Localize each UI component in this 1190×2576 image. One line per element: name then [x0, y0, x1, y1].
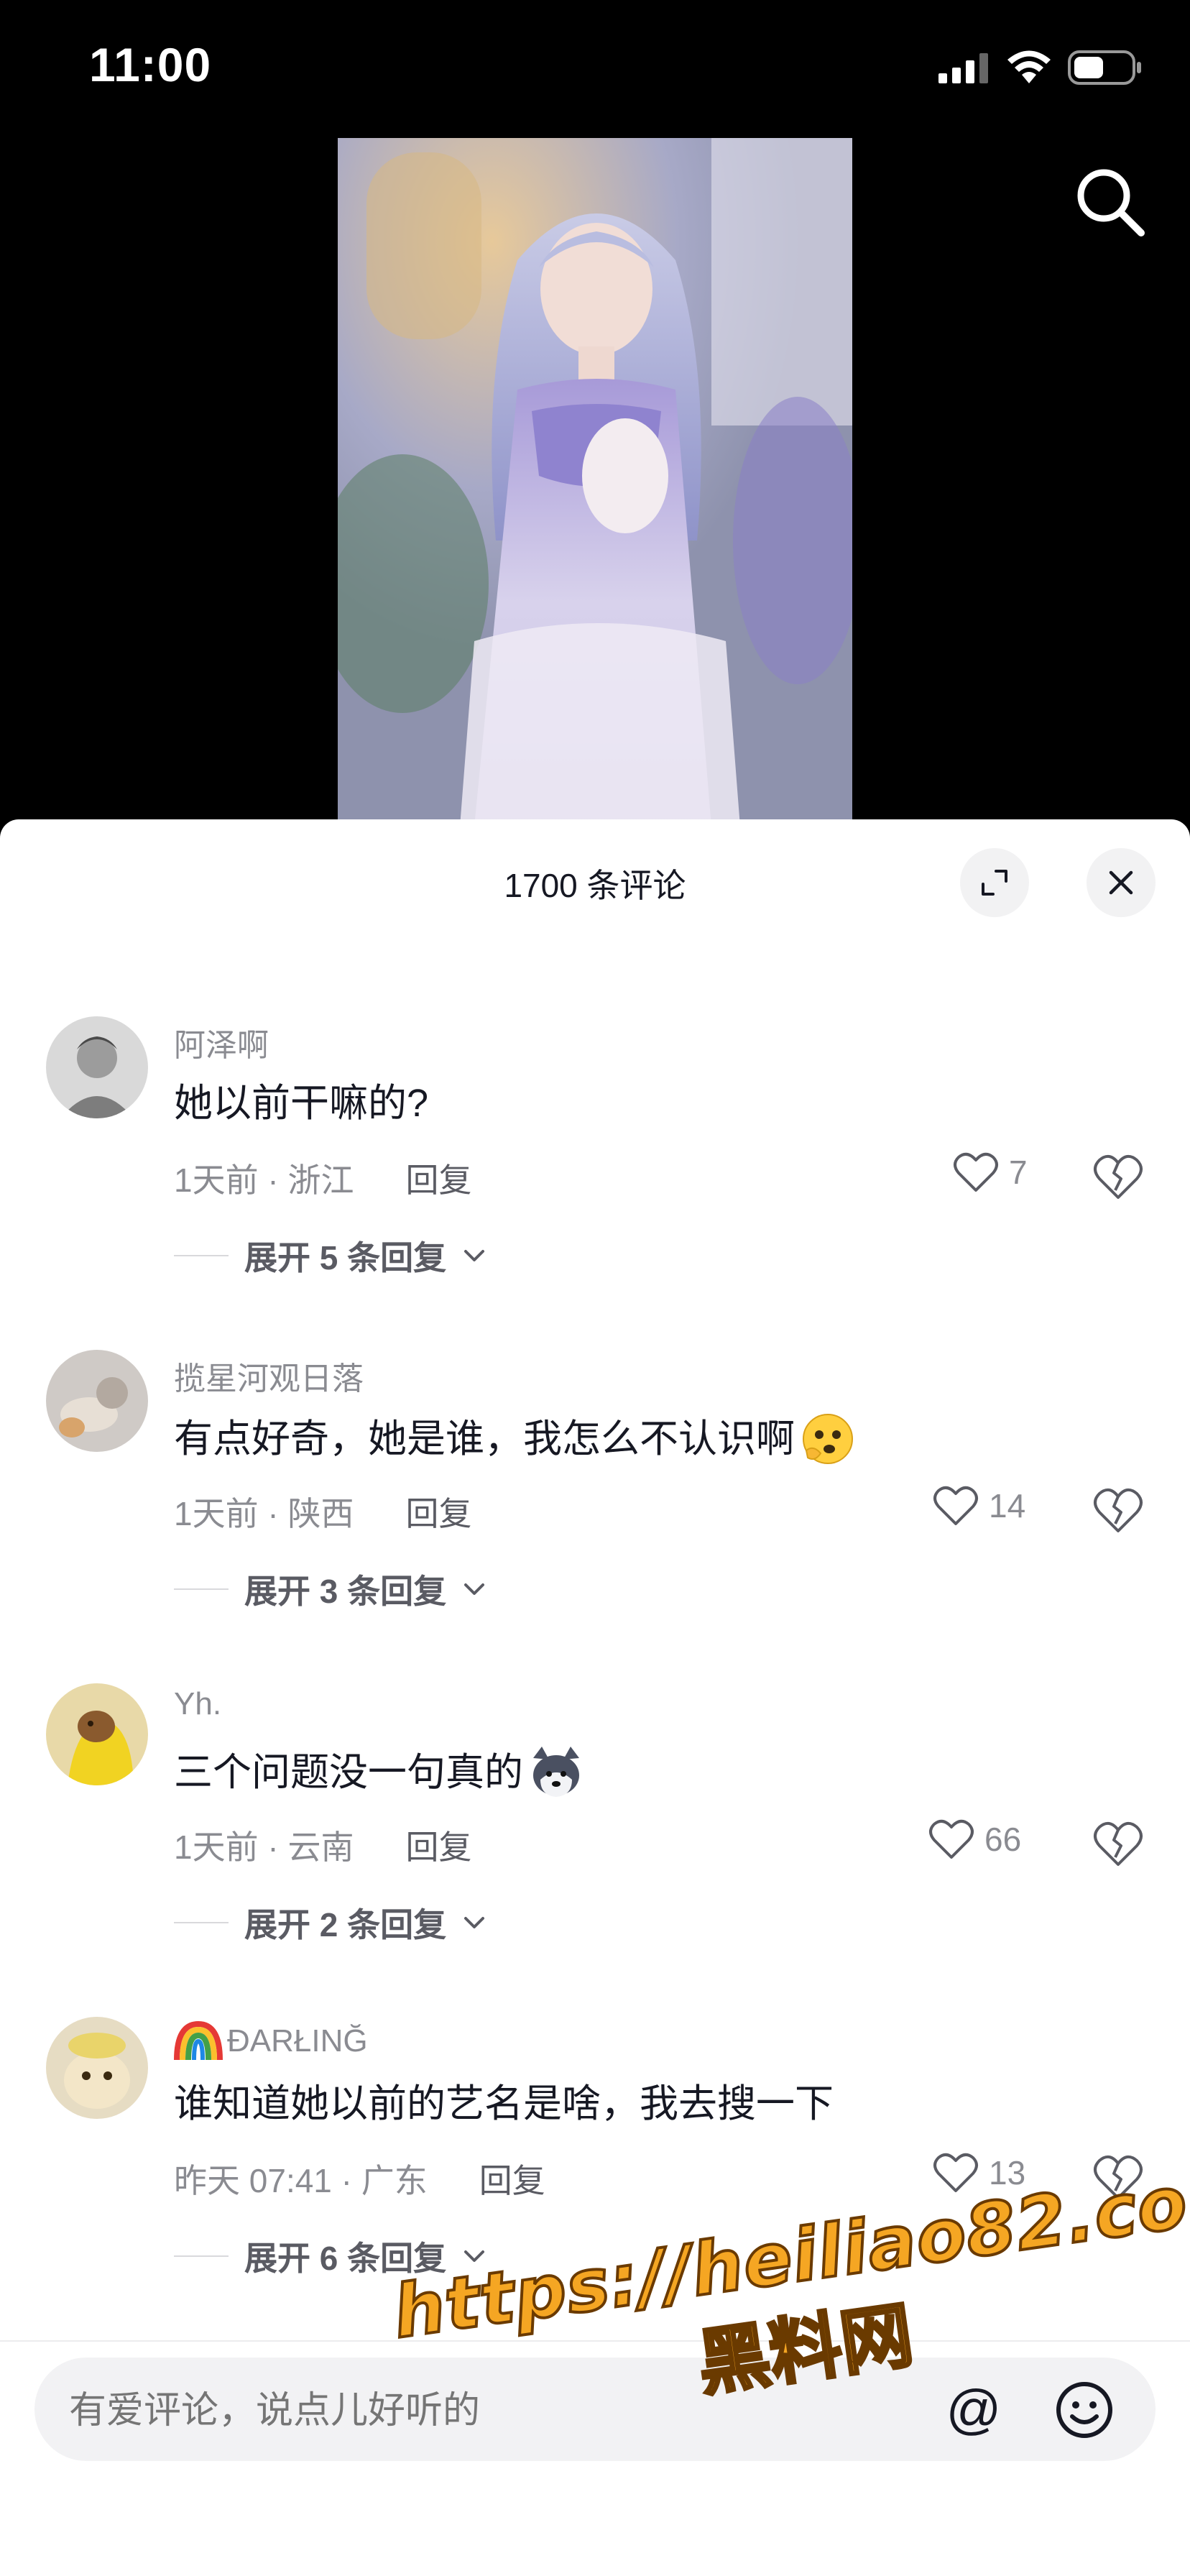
- reply-button[interactable]: 回复: [479, 2155, 545, 2202]
- dislike-button[interactable]: [1091, 1151, 1145, 1202]
- comment-username[interactable]: 阿泽啊: [174, 1019, 269, 1065]
- expand-replies-label: 展开 3 条回复: [244, 1573, 447, 1610]
- chevron-down-icon: [464, 1583, 485, 1595]
- avatar-image: [46, 1350, 148, 1452]
- divider-line: [174, 1922, 229, 1923]
- comment-input[interactable]: [69, 2389, 859, 2432]
- comment-item: ĐARŁINĞ 谁知道她以前的艺名是啥，我去搜一下 昨天 07:41 · 广东 …: [0, 2017, 1190, 2347]
- search-button[interactable]: [1071, 162, 1150, 242]
- broken-heart-icon: [1094, 1821, 1143, 1866]
- like-count: 13: [989, 2154, 1026, 2191]
- heart-icon: [933, 2153, 978, 2192]
- comment-username-text: ĐARŁINĞ: [227, 2023, 368, 2058]
- cellular-signal-icon: [938, 53, 988, 83]
- video-preview[interactable]: [338, 138, 852, 827]
- comment-item: 阿泽啊 她以前干嘛的? 1天前 · 浙江 回复 7 展开 5 条回复: [0, 1016, 1190, 1347]
- comment-time-location: 1天前 · 陕西: [174, 1495, 354, 1532]
- battery-icon: [1068, 50, 1141, 85]
- comment-body: 三个问题没一句真的: [174, 1751, 523, 1794]
- husky-face-emoji-icon: [533, 1747, 579, 1797]
- comment-text: 她以前干嘛的?: [174, 1077, 428, 1130]
- at-icon[interactable]: @: [943, 2379, 1005, 2441]
- comment-sheet: 1700 条评论 阿泽啊 她以前干嘛的? 1天前 · 浙江 回复 7 展开 5 …: [0, 819, 1190, 2576]
- comment-meta: 1天前 · 浙江 回复: [174, 1154, 471, 1202]
- wifi-icon: [1007, 50, 1051, 83]
- status-bar: 11:00: [0, 0, 1190, 137]
- comment-meta: 昨天 07:41 · 广东 回复: [174, 2155, 545, 2202]
- comment-body: 谁知道她以前的艺名是啥，我去搜一下: [174, 2082, 834, 2125]
- heart-icon: [929, 1819, 974, 1859]
- chevron-down-icon: [464, 1917, 485, 1928]
- comment-item: 揽星河观日落 有点好奇，她是谁，我怎么不认识啊 1天前 · 陕西 回复 14 展…: [0, 1350, 1190, 1680]
- expand-replies-label: 展开 2 条回复: [244, 1906, 447, 1944]
- heart-icon: [954, 1152, 998, 1192]
- divider-line: [174, 2255, 229, 2257]
- comment-item: Yh. 三个问题没一句真的 1天前 · 云南 回复 66 展开 2 条回复: [0, 1683, 1190, 2014]
- dislike-button[interactable]: [1091, 1485, 1145, 1535]
- dislike-button[interactable]: [1091, 1818, 1145, 1869]
- emoji-button[interactable]: [1053, 2379, 1115, 2441]
- heart-icon: [933, 1486, 978, 1525]
- broken-heart-icon: [1094, 1154, 1143, 1199]
- status-time: 11:00: [89, 38, 212, 91]
- like-button[interactable]: 14: [933, 1485, 1025, 1527]
- dislike-button[interactable]: [1091, 2152, 1145, 2202]
- broken-heart-icon: [1094, 2155, 1143, 2199]
- broken-heart-icon: [1094, 1488, 1143, 1532]
- like-button[interactable]: 13: [933, 2152, 1025, 2194]
- like-count: 14: [989, 1487, 1026, 1524]
- comment-username[interactable]: 揽星河观日落: [174, 1353, 364, 1399]
- like-button[interactable]: 7: [953, 1151, 1028, 1193]
- comment-body: 有点好奇，她是谁，我怎么不认识啊: [174, 1417, 795, 1460]
- like-button[interactable]: 66: [928, 1818, 1021, 1860]
- chevron-down-icon: [464, 2250, 485, 2262]
- comment-username[interactable]: Yh.: [174, 1686, 221, 1722]
- chevron-down-icon: [464, 1250, 485, 1261]
- divider-line: [174, 1588, 229, 1590]
- rainbow-icon: [174, 2020, 223, 2061]
- comment-time-location: 1天前 · 浙江: [174, 1162, 354, 1199]
- avatar-image: [46, 1683, 148, 1785]
- avatar-image: [46, 1016, 148, 1118]
- sheet-header: 1700 条评论: [0, 819, 1190, 942]
- divider-line: [174, 1255, 229, 1256]
- comment-username[interactable]: ĐARŁINĞ: [174, 2020, 368, 2063]
- comment-meta: 1天前 · 云南 回复: [174, 1821, 471, 1869]
- avatar[interactable]: [46, 1350, 148, 1452]
- reply-button[interactable]: 回复: [405, 1488, 471, 1535]
- comment-input-bar[interactable]: @: [34, 2358, 1156, 2461]
- avatar[interactable]: [46, 1016, 148, 1118]
- expand-icon: [982, 870, 1007, 896]
- status-icons: [938, 49, 1143, 86]
- close-icon: [1109, 870, 1133, 895]
- avatar-image: [46, 2017, 148, 2119]
- avatar[interactable]: [46, 1683, 148, 1785]
- search-icon: [1077, 169, 1145, 236]
- comment-text: 三个问题没一句真的: [174, 1744, 585, 1801]
- reply-button[interactable]: 回复: [405, 1154, 471, 1202]
- reply-button[interactable]: 回复: [405, 1821, 471, 1869]
- avatar[interactable]: [46, 2017, 148, 2119]
- expand-sheet-button[interactable]: [960, 848, 1029, 917]
- comment-text: 谁知道她以前的艺名是啥，我去搜一下: [174, 2077, 834, 2130]
- close-sheet-button[interactable]: [1087, 848, 1156, 917]
- expand-replies-button[interactable]: 展开 3 条回复: [174, 1565, 486, 1613]
- like-count: 7: [1009, 1154, 1028, 1191]
- comment-text: 有点好奇，她是谁，我怎么不认识啊: [174, 1410, 857, 1468]
- like-count: 66: [984, 1821, 1022, 1858]
- comment-time-location: 1天前 · 云南: [174, 1828, 354, 1866]
- comment-meta: 1天前 · 陕西 回复: [174, 1488, 471, 1535]
- expand-replies-button[interactable]: 展开 6 条回复: [174, 2232, 486, 2280]
- thinking-face-emoji-icon: [803, 1414, 853, 1464]
- comment-time-location: 昨天 07:41 · 广东: [174, 2162, 428, 2199]
- input-divider: [0, 2340, 1190, 2342]
- emoji-icon: [1056, 2382, 1112, 2438]
- comment-body: 她以前干嘛的?: [174, 1082, 429, 1125]
- expand-replies-button[interactable]: 展开 2 条回复: [174, 1899, 486, 1946]
- expand-replies-label: 展开 5 条回复: [244, 1239, 447, 1276]
- expand-replies-label: 展开 6 条回复: [244, 2240, 447, 2277]
- expand-replies-button[interactable]: 展开 5 条回复: [174, 1232, 486, 1279]
- video-image: [338, 138, 852, 827]
